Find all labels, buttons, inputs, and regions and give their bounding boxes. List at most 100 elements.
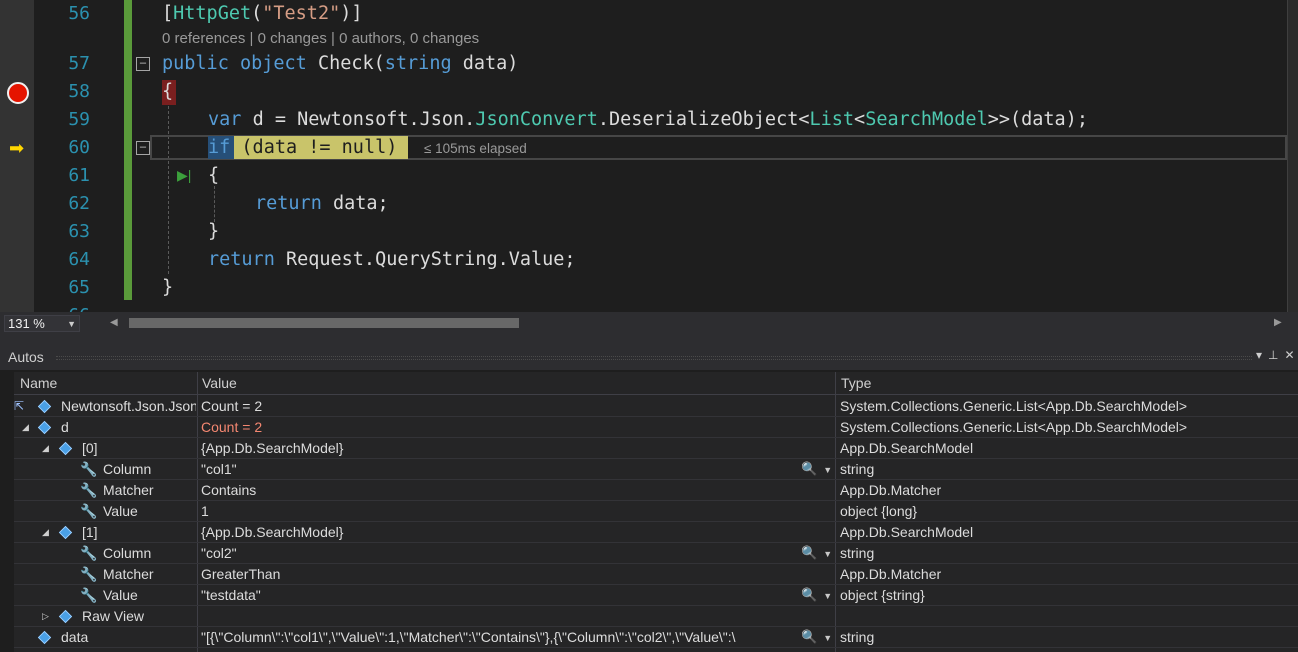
code-line-59[interactable]: var d = Newtonsoft.Json.JsonConvert.Dese… xyxy=(208,106,1088,134)
indent-guide xyxy=(214,186,215,222)
visualizer-search-icon[interactable]: 🔍 ▼ xyxy=(801,459,832,480)
indent-guide xyxy=(168,106,169,274)
row-type: string xyxy=(840,461,875,477)
visualizer-search-icon[interactable]: 🔍 ▼ xyxy=(801,585,832,606)
row-value: Contains xyxy=(201,482,257,498)
code-line-65[interactable]: } xyxy=(162,274,173,302)
title-grip xyxy=(56,356,1252,360)
table-row[interactable]: data "[{\"Column\":\"col1\",\"Value\":1,… xyxy=(14,627,1298,648)
collapse-arrow-icon[interactable]: ◢ xyxy=(22,417,32,437)
horizontal-scrollbar-thumb[interactable] xyxy=(129,318,519,328)
row-name: [1] xyxy=(82,524,98,540)
window-position-icon[interactable]: ▾ xyxy=(1256,348,1268,362)
codelens-info[interactable]: 0 references | 0 changes | 0 authors, 0 … xyxy=(162,28,479,50)
property-wrench-icon: 🔧 xyxy=(80,566,98,582)
row-name: Value xyxy=(103,503,138,519)
row-value: "col1" xyxy=(201,461,237,477)
line-number: 64 xyxy=(68,249,90,270)
table-row[interactable]: 🔧 Value "testdata" 🔍 ▼ object {string} xyxy=(14,585,1298,606)
code-editor[interactable]: ➡ 56 57 58 59 60 61 62 63 64 65 66 − − [… xyxy=(0,0,1298,312)
code-line-61[interactable]: { xyxy=(208,162,219,190)
perftip-elapsed[interactable]: ≤ 105ms elapsed xyxy=(424,139,527,159)
table-row[interactable]: 🔧 Value 1 object {long} xyxy=(14,501,1298,522)
code-line-56[interactable]: [HttpGet("Test2")] xyxy=(162,0,363,28)
object-icon xyxy=(58,441,73,456)
chevron-down-icon: ▼ xyxy=(823,465,833,475)
visualizer-search-icon[interactable]: 🔍 ▼ xyxy=(801,627,832,648)
scroll-left-icon[interactable]: ◀ xyxy=(110,317,118,328)
property-wrench-icon: 🔧 xyxy=(80,482,98,498)
table-row[interactable]: ⇱ Newtonsoft.Json.JsonConvert.Deserializ… xyxy=(14,396,1298,417)
row-type: object {string} xyxy=(840,587,925,603)
column-header-value[interactable]: Value xyxy=(202,374,237,392)
collapse-method-icon[interactable]: − xyxy=(136,57,150,71)
property-wrench-icon: 🔧 xyxy=(80,503,98,519)
row-value: "testdata" xyxy=(201,587,261,603)
change-tracking-bar xyxy=(124,0,132,300)
table-row[interactable]: 🔧 Column "col2" 🔍 ▼ string xyxy=(14,543,1298,564)
pin-icon[interactable]: ⊥ xyxy=(1268,348,1284,362)
code-line-64[interactable]: return Request.QueryString.Value; xyxy=(208,246,576,274)
row-name: Matcher xyxy=(103,566,154,582)
row-name: data xyxy=(61,629,89,645)
return-value-icon: ⇱ xyxy=(14,399,25,413)
column-header-type[interactable]: Type xyxy=(841,374,871,392)
collapse-arrow-icon[interactable]: ◢ xyxy=(42,522,52,542)
row-type: System.Collections.Generic.List<App.Db.S… xyxy=(840,419,1188,435)
code-line-63[interactable]: } xyxy=(208,218,219,246)
table-row[interactable]: ◢ [0] {App.Db.SearchModel} App.Db.Search… xyxy=(14,438,1298,459)
expand-arrow-icon[interactable]: ▷ xyxy=(42,606,52,626)
table-row[interactable]: 🔧 Matcher GreaterThan App.Db.Matcher xyxy=(14,564,1298,585)
line-number: 57 xyxy=(68,53,90,74)
zoom-dropdown[interactable]: 131 % ▼ xyxy=(4,315,80,332)
line-number: 66 xyxy=(34,302,90,312)
line-number: 59 xyxy=(68,109,90,130)
row-name: Value xyxy=(103,587,138,603)
code-line-57[interactable]: public object Check(string data) xyxy=(162,50,518,78)
row-name: Raw View xyxy=(82,608,144,624)
table-row[interactable]: ▷ Raw View xyxy=(14,606,1298,627)
editor-bottom-bar: 131 % ▼ ◀ ▶ xyxy=(0,312,1298,335)
row-value: 1 xyxy=(201,503,209,519)
close-icon[interactable]: ✕ xyxy=(1284,348,1298,362)
object-icon xyxy=(37,630,52,645)
row-name: Newtonsoft.Json.JsonConvert.DeserializeO… xyxy=(61,398,196,414)
scroll-right-icon[interactable]: ▶ xyxy=(1274,317,1282,328)
table-row[interactable]: ◢ [1] {App.Db.SearchModel} App.Db.Search… xyxy=(14,522,1298,543)
vertical-scrollbar[interactable] xyxy=(1287,0,1298,312)
row-type: App.Db.Matcher xyxy=(840,566,942,582)
run-to-click-icon[interactable]: ▶| xyxy=(177,165,191,185)
autos-grid[interactable]: Name Value Type ⇱ Newtonsoft.Json.Json Co… xyxy=(14,372,1298,652)
column-header-name[interactable]: Name xyxy=(20,374,57,392)
chevron-down-icon: ▼ xyxy=(823,549,833,559)
pane-title: Autos xyxy=(8,349,44,365)
current-statement-arrow-icon[interactable]: ➡ xyxy=(9,138,24,158)
code-line-58[interactable]: { xyxy=(162,78,173,106)
collapse-if-block-icon[interactable]: − xyxy=(136,141,150,155)
code-line-62[interactable]: return data; xyxy=(255,190,389,218)
row-value: GreaterThan xyxy=(201,566,281,582)
grid-header: Name Value Type xyxy=(14,372,1298,395)
row-name: Column xyxy=(103,545,152,561)
line-number: 63 xyxy=(68,221,90,242)
code-line-60[interactable]: if (data != null) xyxy=(208,134,397,162)
row-value: "col2" xyxy=(201,545,237,561)
autos-title-bar[interactable]: Autos ▾⊥✕ xyxy=(0,344,1298,370)
row-value: {App.Db.SearchModel} xyxy=(201,440,344,456)
pane-splitter[interactable] xyxy=(0,335,1298,344)
table-row[interactable]: 🔧 Matcher Contains App.Db.Matcher xyxy=(14,480,1298,501)
table-row[interactable]: ◢ d Count = 2 System.Collections.Generic… xyxy=(14,417,1298,438)
chevron-down-icon: ▼ xyxy=(823,633,833,643)
breakpoint-icon[interactable] xyxy=(7,82,29,104)
row-name: Matcher xyxy=(103,482,154,498)
visualizer-search-icon[interactable]: 🔍 ▼ xyxy=(801,543,832,564)
row-type: App.Db.SearchModel xyxy=(840,440,974,456)
pane-buttons: ▾⊥✕ xyxy=(1256,348,1298,362)
row-type: System.Collections.Generic.List<App.Db.S… xyxy=(840,398,1188,414)
object-icon xyxy=(37,399,52,414)
collapse-arrow-icon[interactable]: ◢ xyxy=(42,438,52,458)
row-name: d xyxy=(61,419,69,435)
row-type: string xyxy=(840,545,875,561)
line-number: 58 xyxy=(68,81,90,102)
table-row[interactable]: 🔧 Column "col1" 🔍 ▼ string xyxy=(14,459,1298,480)
